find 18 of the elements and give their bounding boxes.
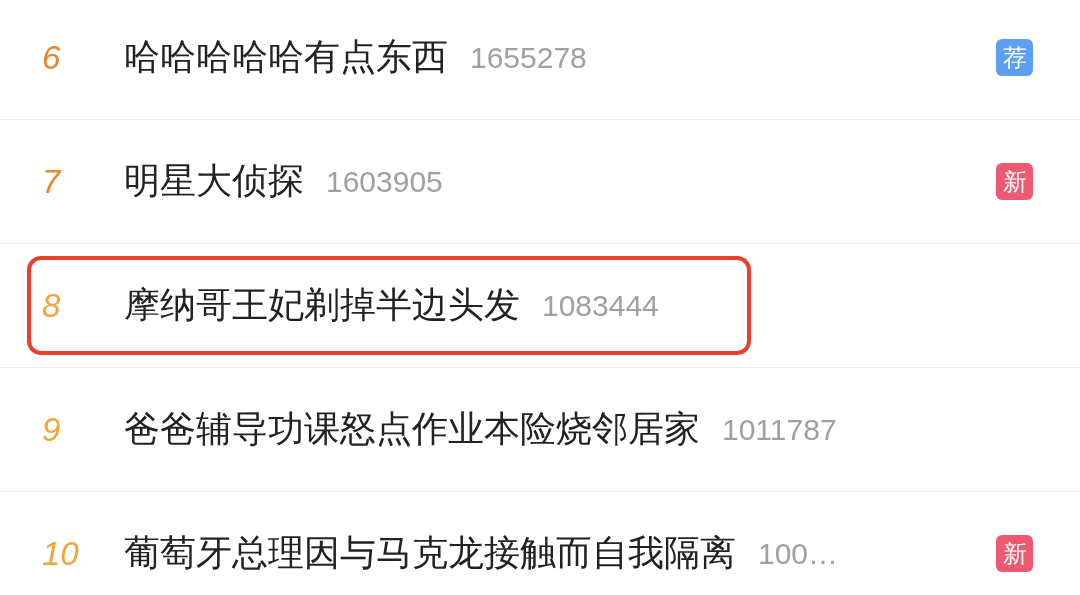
hot-count: 1603905 bbox=[326, 164, 443, 199]
rank-number: 9 bbox=[42, 410, 62, 449]
rank-number: 10 bbox=[42, 534, 80, 573]
topic-title[interactable]: 葡萄牙总理因与马克龙接触而自我隔离 bbox=[124, 529, 736, 578]
hot-count: 100… bbox=[758, 536, 839, 571]
hot-count: 1011787 bbox=[722, 412, 837, 447]
topic-title[interactable]: 爸爸辅导功课怒点作业本险烧邻居家 bbox=[124, 405, 700, 454]
hot-count: 1655278 bbox=[470, 40, 587, 75]
hot-count: 1083444 bbox=[542, 288, 659, 323]
topic-title[interactable]: 明星大侦探 bbox=[124, 157, 304, 206]
rank-number: 6 bbox=[42, 38, 62, 77]
topic-title[interactable]: 哈哈哈哈哈有点东西 bbox=[124, 33, 448, 82]
topic-badge: 新 bbox=[996, 535, 1033, 572]
topic-badge: 荐 bbox=[996, 39, 1033, 76]
topic-badge: 新 bbox=[996, 163, 1033, 200]
rank-number: 8 bbox=[42, 286, 62, 325]
rank-number: 7 bbox=[42, 162, 63, 201]
topic-title[interactable]: 摩纳哥王妃剃掉半边头发 bbox=[124, 281, 520, 330]
